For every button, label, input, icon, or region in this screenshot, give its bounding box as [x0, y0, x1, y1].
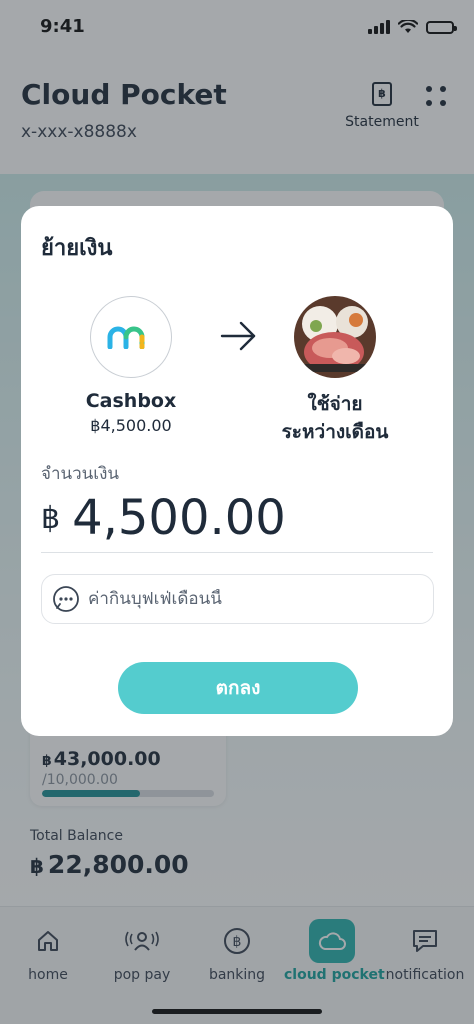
chat-bubble-icon [53, 586, 79, 612]
modal-title: ย้ายเงิน [41, 236, 113, 261]
to-pocket-name: ใช้จ่าย ระหว่างเดือน [255, 390, 415, 446]
from-pocket-balance: ฿4,500.00 [90, 416, 172, 435]
note-field[interactable] [41, 574, 434, 624]
cashbox-logo [90, 296, 172, 378]
amount-label: จำนวนเงิน [41, 464, 120, 484]
note-input[interactable] [88, 589, 428, 609]
to-pocket-name-line2: ระหว่างเดือน [281, 421, 389, 443]
arrow-right-icon [220, 321, 256, 351]
amount-value: 4,500.00 [72, 490, 286, 546]
amount-field[interactable]: ฿ 4,500.00 [41, 490, 286, 546]
from-pocket-name: Cashbox [85, 390, 177, 412]
to-pocket-name-line1: ใช้จ่าย [307, 393, 363, 415]
transfer-modal: ย้ายเงิน Cashbox ฿ 4,500.00 ใช้จ่าย ระหว่… [21, 206, 453, 736]
spending-pocket-image [294, 296, 376, 378]
currency-symbol: ฿ [41, 501, 61, 536]
amount-underline [41, 552, 433, 553]
confirm-button[interactable]: ตกลง [118, 662, 358, 714]
